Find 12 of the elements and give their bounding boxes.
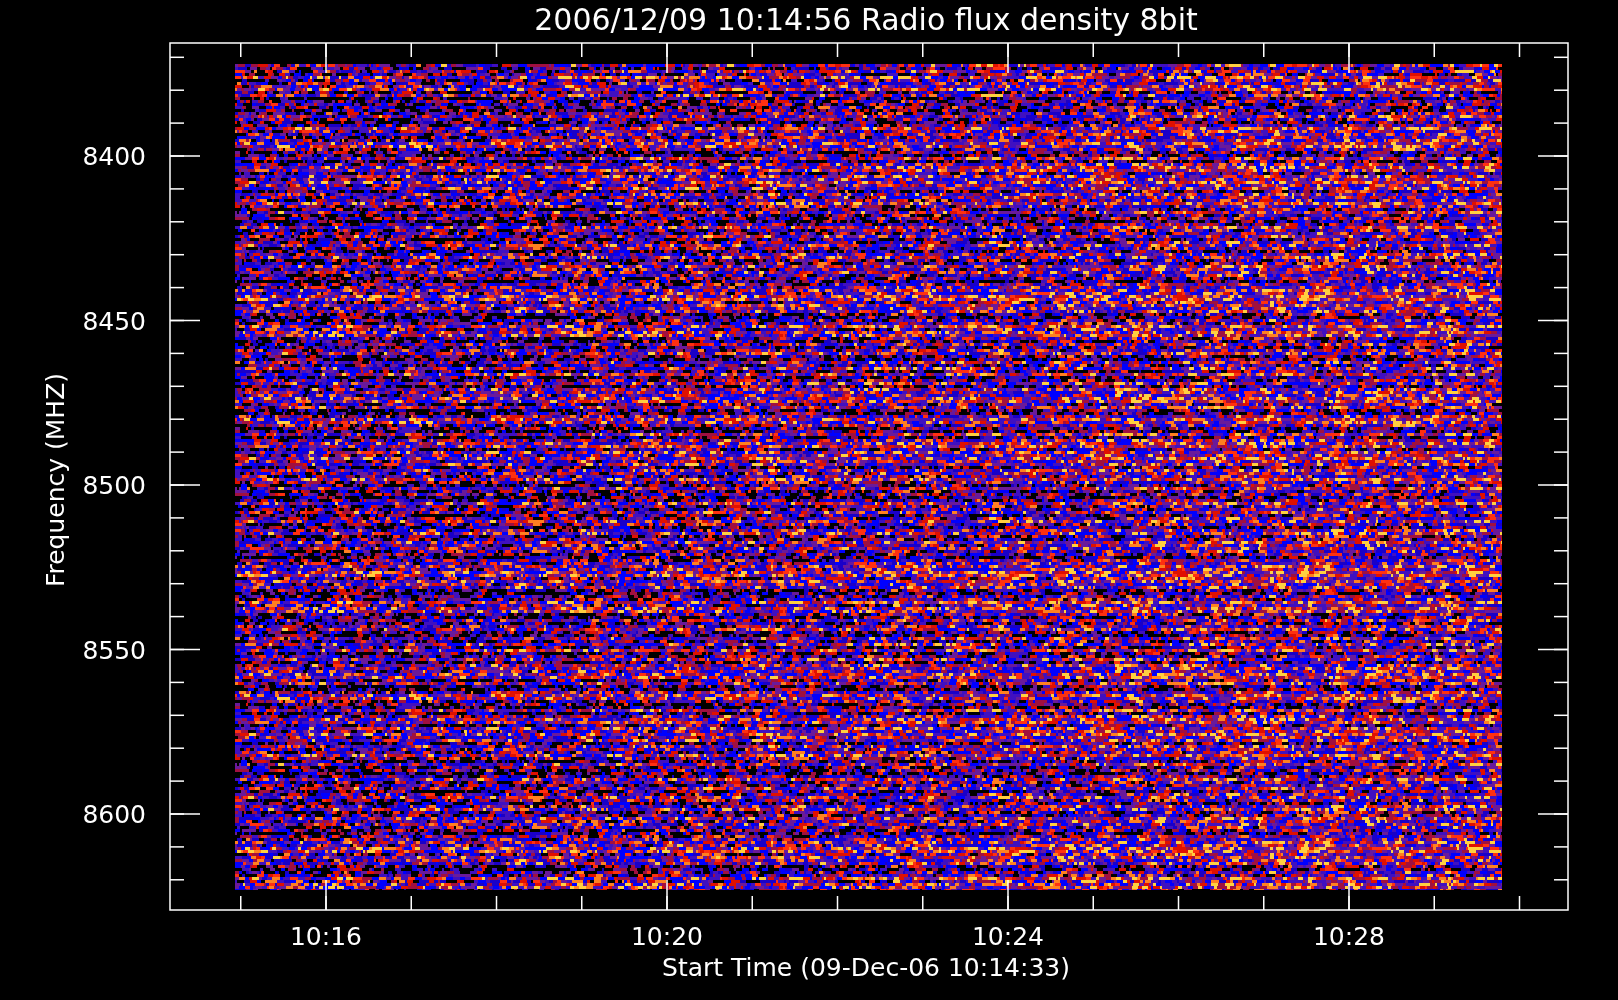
chart-title: 2006/12/09 10:14:56 Radio flux density 8bit [534,2,1198,37]
x-tick-label: 10:16 [290,922,362,951]
y-tick-label: 8400 [82,142,146,171]
x-tick-label: 10:20 [631,922,703,951]
x-axis-label: Start Time (09-Dec-06 10:14:33) [662,953,1070,982]
y-tick-label: 8550 [82,635,146,665]
y-tick-label: 8500 [82,471,146,500]
y-tick-label: 8450 [82,306,146,336]
x-tick-label: 10:28 [1313,922,1385,951]
y-axis-label: Frequency (MHZ) [41,372,70,588]
y-tick-label: 8600 [82,800,146,829]
x-tick-label: 10:24 [972,922,1044,951]
